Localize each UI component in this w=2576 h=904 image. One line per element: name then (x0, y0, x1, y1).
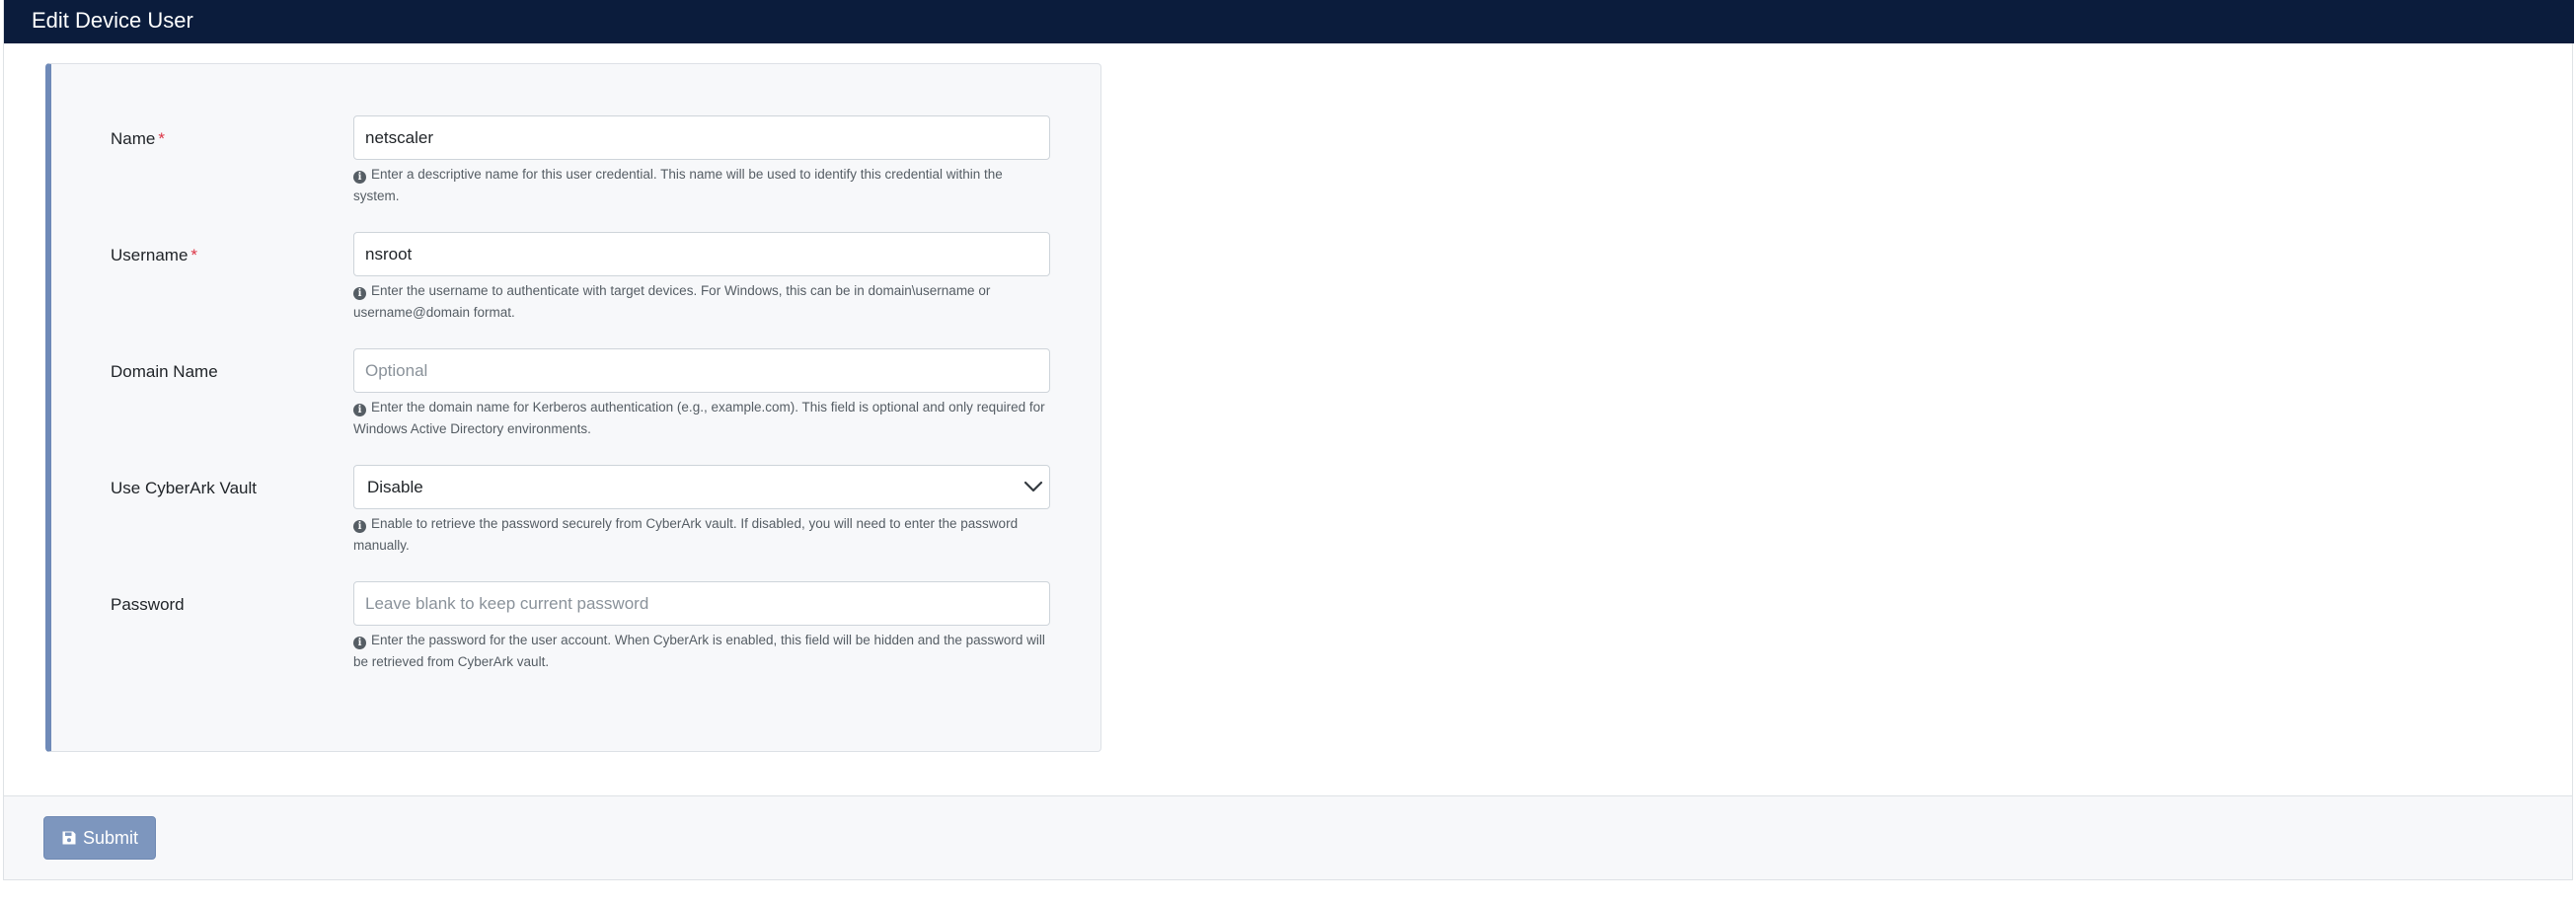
edit-device-user-card: Edit Device User Name* iEnter a descript… (3, 0, 2574, 880)
chevron-down-icon (1023, 481, 1043, 492)
required-marker: * (190, 246, 198, 264)
domain-name-label: Domain Name (111, 362, 218, 381)
password-label: Password (111, 595, 185, 614)
required-marker: * (158, 129, 165, 148)
page-title: Edit Device User (32, 8, 193, 33)
username-help: i Enter the username to authenticate with… (353, 283, 991, 320)
submit-button[interactable]: Submit (43, 816, 156, 860)
info-icon: i (353, 404, 366, 416)
cyberark-select[interactable]: Disable (353, 465, 1050, 509)
info-icon: i (353, 171, 366, 184)
cyberark-help: i Enable to retrieve the password securel… (353, 516, 1019, 553)
domain-name-input[interactable] (353, 348, 1050, 393)
submit-label: Submit (82, 827, 139, 848)
card-footer: Submit (4, 795, 2572, 879)
username-input[interactable] (353, 232, 1050, 276)
name-input[interactable] (353, 115, 1050, 160)
cyberark-label: Use CyberArk Vault (111, 479, 258, 497)
floppy-disk-icon (62, 831, 76, 845)
password-help: i Enter the password for the user account… (353, 633, 1045, 669)
domain-name-help: i Enter the domain name for Kerberos auth… (353, 400, 1045, 436)
cyberark-selected-value: Disable (353, 465, 1050, 509)
name-help: i Enter a descriptive name for this user … (353, 167, 1003, 203)
form-panel: Name* iEnter a descriptive name for this… (45, 63, 1101, 752)
card-header: Edit Device User (4, 0, 2574, 43)
password-input[interactable] (353, 581, 1050, 626)
info-icon: i (353, 637, 366, 649)
username-label: Username * (111, 246, 198, 264)
info-icon: i (353, 520, 366, 533)
name-label: Name * (111, 129, 165, 148)
info-icon: i (353, 287, 366, 300)
